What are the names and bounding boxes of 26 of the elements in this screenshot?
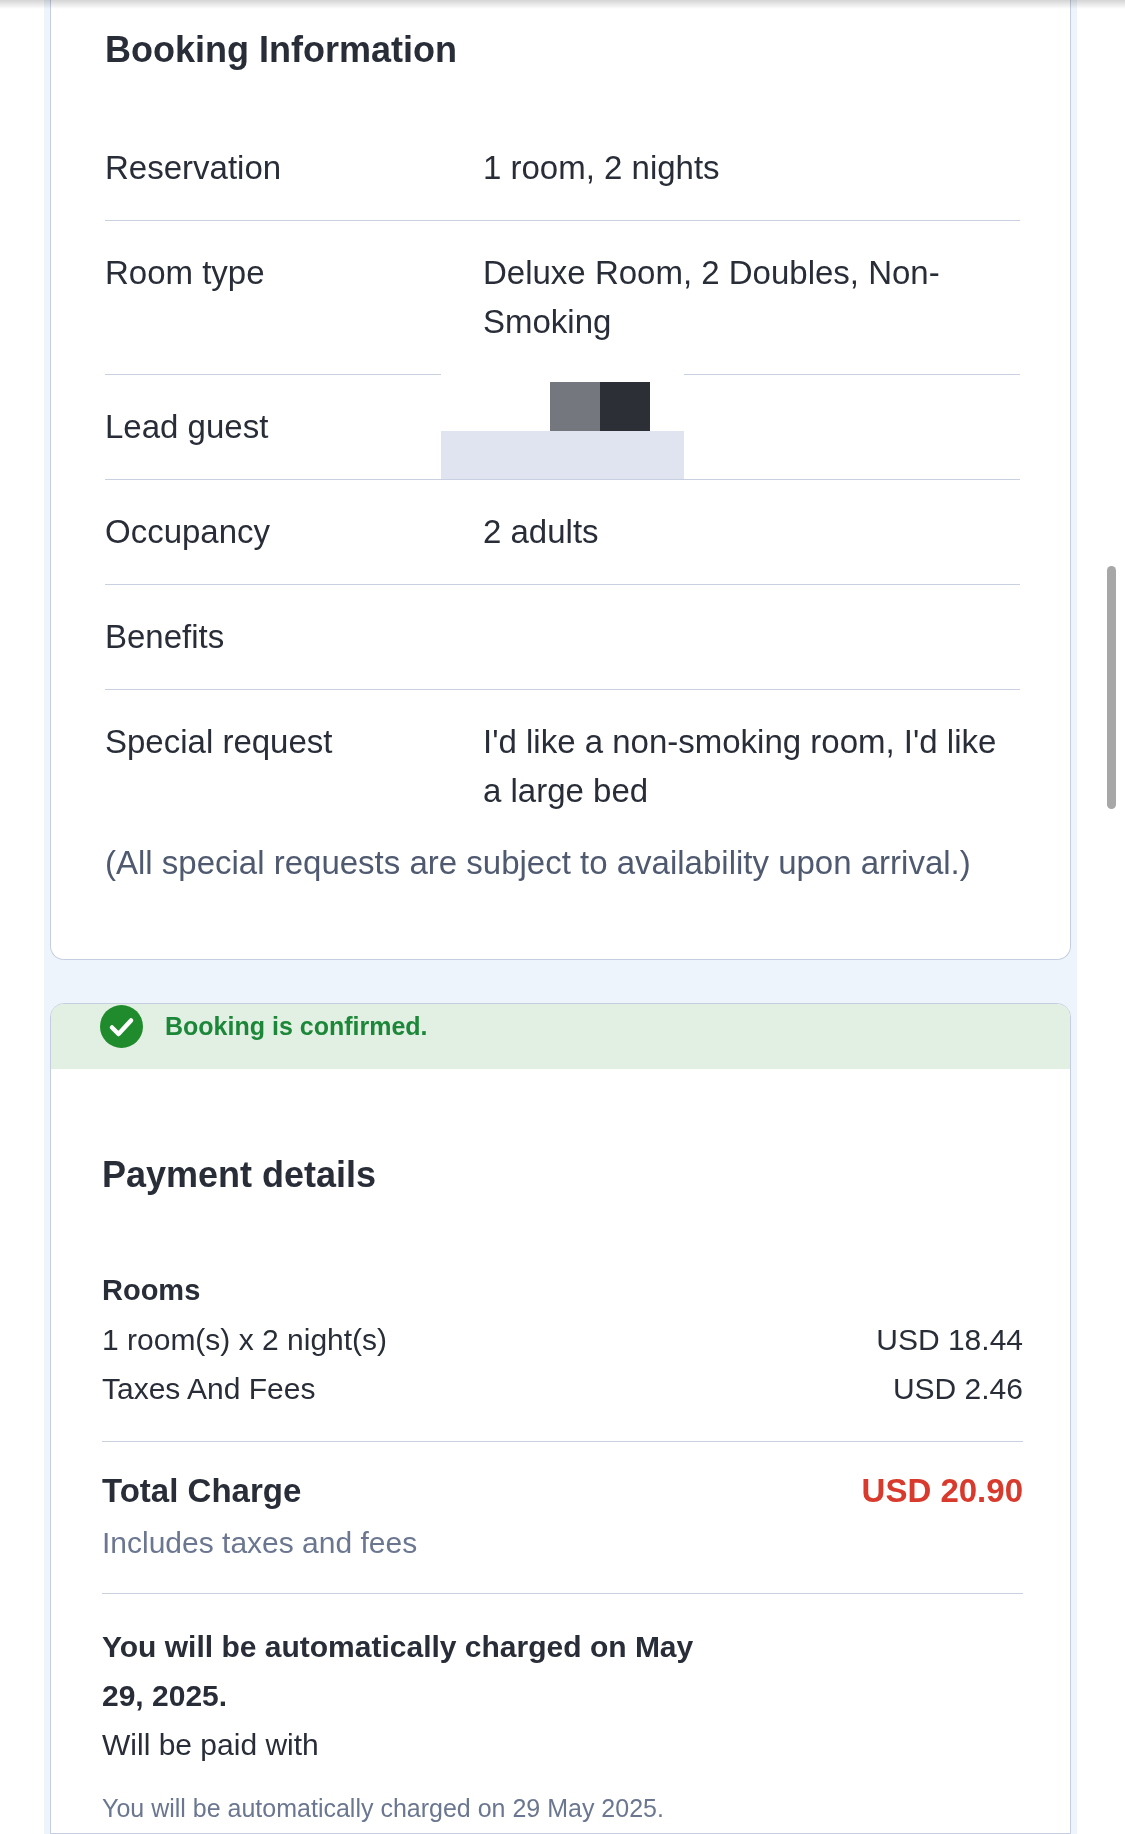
row-label: Room type: [105, 253, 266, 293]
row-label: Benefits: [105, 617, 226, 657]
payment-method-label: Will be paid with: [102, 1727, 320, 1763]
subsection-title: Rooms: [102, 1273, 202, 1308]
row-value: I'd like a non-smoking room, I'd like a large bed: [483, 722, 998, 811]
charge-notice: You will be automatically charged on May 29, 2025.: [102, 1629, 695, 1714]
section-title: Payment details: [102, 1153, 378, 1197]
row-value: 2 adults: [483, 512, 600, 552]
charge-footnote: You will be automatically charged on 29 May 2025.: [102, 1793, 665, 1824]
line-item-label: 1 room(s) x 2 night(s): [102, 1322, 388, 1358]
status-message: Booking is confirmed.: [165, 1011, 428, 1042]
row-label: Lead guest: [105, 407, 270, 447]
row-label: Occupancy: [105, 512, 272, 552]
total-label: Total Charge: [102, 1471, 302, 1511]
availability-note: (All special requests are subject to availability upon arrival.): [105, 843, 972, 883]
section-title: Booking Information: [105, 28, 458, 72]
row-value: Deluxe Room, 2 Doubles, Non-Smoking: [483, 253, 941, 342]
scrollbar-thumb[interactable]: [1107, 566, 1116, 809]
total-note: Includes taxes and fees: [102, 1525, 419, 1561]
line-item-label: Taxes And Fees: [102, 1371, 316, 1407]
line-item-amount: USD 18.44: [876, 1322, 1023, 1358]
total-amount: USD 20.90: [861, 1471, 1023, 1511]
row-label: Special request: [105, 722, 334, 762]
row-label: Reservation: [105, 148, 283, 188]
line-item-amount: USD 2.46: [892, 1371, 1023, 1407]
row-value: 1 room, 2 nights: [483, 148, 721, 188]
